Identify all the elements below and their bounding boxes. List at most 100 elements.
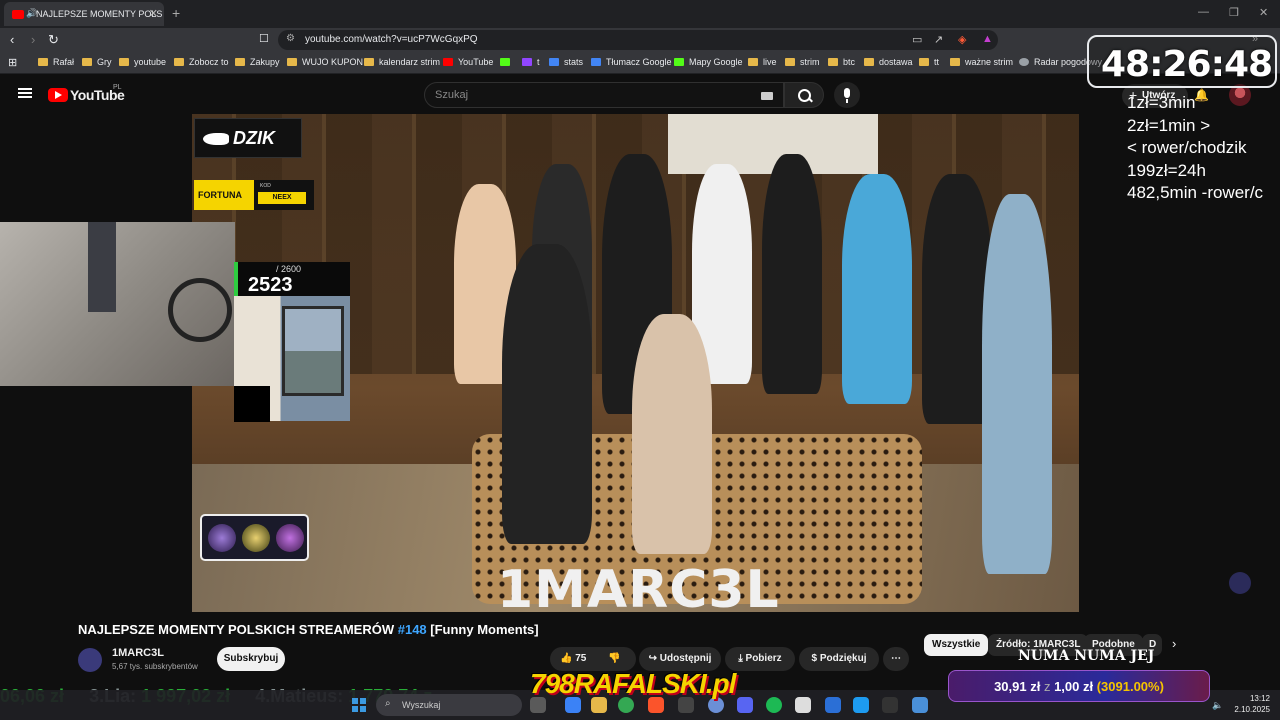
new-tab-icon[interactable]: + — [172, 5, 180, 21]
taskbar-app-icon[interactable] — [882, 697, 898, 713]
site-info-icon[interactable]: ⚙ — [286, 33, 295, 44]
rule-line: < rower/chodzik — [1127, 138, 1247, 157]
share-icon[interactable]: ↗ — [934, 33, 943, 46]
hashtag-link[interactable]: #148 — [398, 622, 427, 637]
video-title: NAJLEPSZE MOMENTY POLSKICH STREAMERÓW #1… — [78, 622, 539, 637]
search-placeholder: Szukaj — [435, 89, 469, 101]
speaker-icon[interactable]: 🔊 — [26, 8, 37, 19]
omnibox[interactable]: ⚙ youtube.com/watch?v=ucP7WcGqxPQ — [278, 30, 998, 50]
obs-icon[interactable] — [795, 697, 811, 713]
folder-icon — [864, 58, 874, 66]
spotify-icon[interactable] — [766, 697, 782, 713]
bookmark-item[interactable]: Mapy Google — [674, 57, 743, 67]
taskbar-app-icon[interactable] — [825, 697, 841, 713]
bookmark-item[interactable]: youtube — [119, 57, 166, 67]
bookmark-item[interactable]: dostawa — [864, 57, 913, 67]
bookmark-item[interactable]: Zobocz to — [174, 57, 229, 67]
bookmark-item[interactable]: YouTube — [443, 57, 493, 67]
bookmark-item[interactable]: btc — [828, 57, 855, 67]
forward-icon[interactable]: › — [31, 32, 35, 47]
bookmark-item[interactable]: Rafał — [38, 57, 74, 67]
bike-wheel — [168, 278, 232, 342]
windows-start-icon[interactable] — [352, 698, 366, 712]
bookmark-item[interactable]: WUJO KUPON — [287, 57, 363, 67]
taskbar-app-icon[interactable] — [912, 697, 928, 713]
folder-icon — [287, 58, 297, 66]
minimize-icon[interactable]: — — [1198, 6, 1209, 18]
bookmark-item[interactable]: strim — [785, 57, 820, 67]
download-button[interactable]: ⤓ Pobierz — [725, 647, 795, 671]
taskbar-app-icon[interactable] — [853, 697, 869, 713]
rule-line: 1zł=3min — [1127, 93, 1196, 112]
discord-icon[interactable] — [737, 697, 753, 713]
channel-avatar[interactable] — [78, 648, 102, 672]
translate-icon — [591, 58, 601, 66]
twitch-icon — [522, 58, 532, 66]
boar-icon — [203, 133, 229, 145]
counter-accent — [234, 262, 238, 296]
channel-watermark-icon[interactable] — [1229, 572, 1251, 594]
kick-icon — [500, 58, 510, 66]
more-actions-icon[interactable]: ⋯ — [883, 647, 909, 671]
stream-timer: 48:26:48 — [1087, 35, 1277, 88]
bookmark-item[interactable]: tt — [919, 57, 939, 67]
cast-icon[interactable]: ▭ — [912, 33, 922, 46]
globe-icon — [1019, 58, 1029, 66]
webcam-legs — [88, 222, 116, 312]
video-person — [842, 174, 912, 404]
bookmark-item[interactable]: ważne strim — [950, 57, 1013, 67]
bookmark-item[interactable]: kalendarz strim — [364, 57, 440, 67]
close-window-icon[interactable]: ✕ — [1259, 6, 1268, 19]
thanks-button[interactable]: $ Podziękuj — [799, 647, 879, 671]
region-code: PL — [113, 84, 122, 91]
close-tab-icon[interactable]: ✕ — [149, 7, 158, 20]
bookmark-item[interactable]: Tłumacz Google — [591, 57, 672, 67]
browser-tab[interactable]: 🔊 NAJLEPSZE MOMENTY POLS ✕ — [4, 2, 164, 26]
download-icon: ⤓ — [738, 653, 746, 664]
bike-webcam-overlay — [0, 222, 235, 386]
extension-icon[interactable]: ▲ — [982, 33, 993, 45]
menu-icon[interactable] — [18, 88, 32, 98]
volume-icon[interactable]: 🔈 — [1212, 700, 1223, 711]
thumbs-down-icon[interactable]: 👎 — [608, 653, 620, 664]
overlay-black-patch — [234, 386, 270, 422]
bookmark-item[interactable]: t — [522, 57, 540, 67]
brave-shield-icon[interactable]: ◈ — [958, 33, 966, 46]
share-arrow-icon: ↪ — [648, 653, 660, 664]
reload-icon[interactable]: ↻ — [48, 32, 59, 48]
bookmark-item[interactable] — [500, 57, 515, 67]
video-person — [632, 314, 712, 554]
youtube-favicon-icon — [12, 10, 24, 19]
song-overlay: NUMA NUMA JEJ — [1018, 648, 1155, 664]
emote-icon — [276, 524, 304, 552]
stats-icon — [549, 58, 559, 66]
bookmark-item[interactable]: stats — [549, 57, 583, 67]
folder-icon — [119, 58, 129, 66]
folder-icon — [919, 58, 929, 66]
subscribe-button[interactable]: Subskrybuj — [217, 647, 285, 671]
bookmark-item[interactable]: Zakupy — [235, 57, 280, 67]
apps-grid-icon[interactable]: ⊞ — [8, 56, 17, 69]
taskbar-search-input[interactable]: ⌕ Wyszukaj — [376, 694, 522, 716]
bookmark-icon[interactable]: ☐ — [259, 32, 269, 45]
channel-name[interactable]: 1MARC3L — [112, 647, 164, 659]
chip-all[interactable]: Wszystkie — [924, 634, 989, 656]
search-input[interactable]: Szukaj — [424, 82, 784, 108]
emote-icon — [242, 524, 270, 552]
folder-icon — [364, 58, 374, 66]
emote-widget — [200, 514, 309, 561]
microphone-icon[interactable] — [834, 82, 860, 108]
chips-next-icon[interactable]: › — [1172, 636, 1176, 651]
bookmark-item[interactable]: Gry — [82, 57, 112, 67]
search-icon: ⌕ — [385, 698, 391, 709]
keyboard-icon[interactable] — [761, 92, 773, 100]
maximize-icon[interactable]: ❐ — [1229, 6, 1239, 19]
folder-icon — [235, 58, 245, 66]
bookmark-item[interactable]: live — [748, 57, 777, 67]
rule-line: 199zł=24h — [1127, 160, 1206, 180]
youtube-logo-icon[interactable] — [48, 88, 68, 102]
back-icon[interactable]: ‹ — [10, 32, 14, 47]
system-clock[interactable]: 13:12 2.10.2025 — [1230, 693, 1270, 715]
like-button[interactable]: 👍 75 — [560, 653, 586, 664]
search-button[interactable] — [784, 82, 824, 108]
